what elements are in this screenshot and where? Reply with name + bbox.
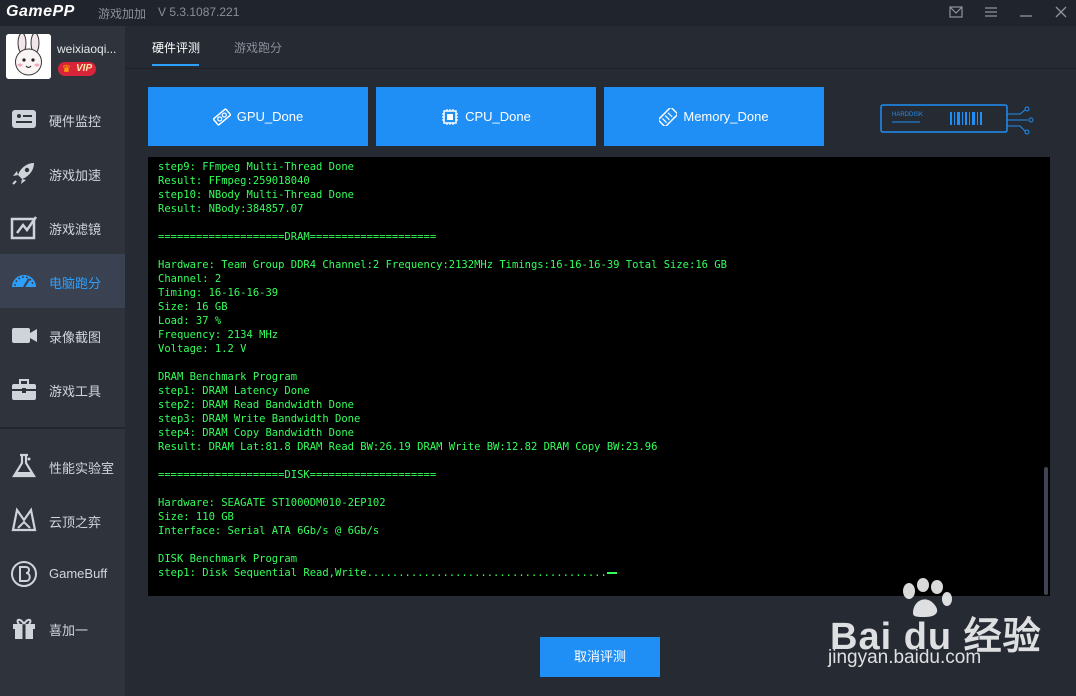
cpu-button-label: CPU_Done — [465, 109, 531, 124]
gift-icon — [13, 618, 35, 639]
app-name: 游戏加加 — [98, 7, 147, 21]
console-line: step1: DRAM Latency Done — [158, 385, 310, 397]
toolbox-icon — [12, 379, 36, 400]
sidebar-item-label: 电脑跑分 — [49, 276, 102, 291]
gamebuff-icon — [11, 561, 37, 587]
harddisk-label: HARDDISK — [892, 112, 923, 118]
mail-icon[interactable] — [946, 3, 966, 23]
sidebar-item-game-tools[interactable]: 游戏工具 — [0, 362, 125, 416]
console-line: step2: DRAM Read Bandwidth Done — [158, 399, 354, 411]
sidebar-item-game-acceleration[interactable]: 游戏加速 — [0, 146, 125, 200]
sidebar-item-label: 性能实验室 — [49, 461, 115, 476]
watermark-url: jingyan.baidu.com — [828, 647, 982, 668]
console-line: DRAM Benchmark Program — [158, 371, 298, 383]
tab-game-benchmark[interactable]: 游戏跑分 — [234, 39, 282, 56]
baidu-watermark: Bai du 经验 jingyan.baidu.com — [820, 575, 1060, 675]
console-line: Channel: 2 — [158, 273, 222, 285]
tft-icon — [11, 507, 37, 532]
menu-icon[interactable] — [981, 3, 1001, 23]
flask-icon — [12, 453, 36, 478]
sidebar-item-recording[interactable]: 录像截图 — [0, 308, 125, 362]
console-line: step9: FFmpeg Multi-Thread Done — [158, 161, 354, 173]
hardware-monitor-icon — [12, 110, 36, 128]
title-bar: GamePP 游戏加加 V 5.3.1087.221 — [0, 0, 1076, 26]
console-line: Frequency: 2134 MHz — [158, 329, 279, 341]
console-line: DISK Benchmark Program — [158, 553, 298, 565]
gpu-button-label: GPU_Done — [236, 109, 304, 124]
sidebar-item-label: 硬件监控 — [49, 114, 102, 129]
console-line: step10: NBody Multi-Thread Done — [158, 189, 354, 201]
console-line: step1: Disk Sequential Read,Write.......… — [158, 567, 607, 579]
sidebar-divider — [0, 427, 125, 429]
sidebar-item-free-games[interactable]: 喜加一 — [0, 601, 125, 655]
vip-badge: ♛ VIP — [58, 62, 97, 76]
memory-benchmark-button[interactable]: Memory_Done — [604, 87, 824, 146]
sidebar-item-label: 云顶之弈 — [49, 515, 102, 530]
sidebar-item-performance-lab[interactable]: 性能实验室 — [0, 439, 125, 493]
filter-icon — [10, 216, 38, 240]
sidebar-item-label: 喜加一 — [49, 623, 89, 638]
memory-button-label: Memory_Done — [683, 109, 769, 124]
cpu-benchmark-button[interactable]: CPU_Done — [376, 87, 596, 146]
console-line: Load: 37 % — [158, 315, 222, 327]
tab-hardware-evaluation[interactable]: 硬件评测 — [152, 39, 200, 56]
console-line: Result: DRAM Lat:81.8 DRAM Read BW:26.19… — [158, 441, 658, 453]
speedometer-icon — [12, 275, 36, 288]
benchmark-log-text: step9: FFmpeg Multi-Thread Done Result: … — [148, 157, 1050, 583]
sidebar-item-label: 录像截图 — [49, 330, 102, 345]
close-icon[interactable] — [1051, 3, 1071, 23]
console-line: Result: FFmpeg:259018040 — [158, 175, 310, 187]
console-cursor — [606, 572, 617, 574]
sidebar-item-label: 游戏加速 — [49, 168, 102, 183]
console-line: Interface: Serial ATA 6Gb/s @ 6Gb/s — [158, 525, 380, 537]
console-line: ====================DISK================… — [158, 469, 437, 481]
sidebar-item-label: 游戏滤镜 — [49, 222, 102, 237]
sidebar-item-pc-benchmark[interactable]: 电脑跑分 — [0, 254, 125, 308]
sidebar-item-tft[interactable]: 云顶之弈 — [0, 493, 125, 547]
console-line: Result: NBody:384857.07 — [158, 203, 304, 215]
sidebar-item-label: 游戏工具 — [49, 384, 102, 399]
active-tab-indicator — [152, 64, 199, 66]
console-line: ====================DRAM================… — [158, 231, 437, 243]
tab-bar: 硬件评测 游戏跑分 — [125, 26, 1076, 69]
harddisk-icon: HARDDISK — [880, 104, 1034, 135]
user-profile[interactable]: weixiaoqi... ♛ VIP — [0, 26, 125, 90]
console-line: Voltage: 1.2 V — [158, 343, 247, 355]
gpu-benchmark-button[interactable]: GPU_Done — [148, 87, 368, 146]
console-line: Size: 16 GB — [158, 301, 228, 313]
sidebar: weixiaoqi... ♛ VIP 硬件监控 游戏加速 游戏滤镜 电脑跑分 录… — [0, 26, 125, 696]
username: weixiaoqi... — [57, 42, 117, 56]
sidebar-item-hardware-monitor[interactable]: 硬件监控 — [0, 92, 125, 146]
console-line: step3: DRAM Write Bandwidth Done — [158, 413, 361, 425]
sidebar-item-gamebuff[interactable]: GameBuff — [0, 547, 125, 601]
memory-icon — [659, 107, 678, 126]
console-line: Timing: 16-16-16-39 — [158, 287, 279, 299]
crown-icon: ♛ — [62, 64, 71, 75]
benchmark-log-console[interactable]: step9: FFmpeg Multi-Thread Done Result: … — [148, 157, 1050, 596]
avatar[interactable] — [6, 34, 51, 79]
console-line: Size: 110 GB — [158, 511, 234, 523]
gpu-icon — [212, 107, 231, 126]
rocket-icon — [12, 163, 34, 185]
cpu-icon — [442, 108, 459, 125]
cancel-benchmark-button[interactable]: 取消评测 — [540, 637, 660, 677]
app-version: V 5.3.1087.221 — [158, 5, 240, 19]
vip-label: VIP — [76, 63, 93, 74]
console-line: step4: DRAM Copy Bandwidth Done — [158, 427, 354, 439]
console-line: Hardware: SEAGATE ST1000DM010-2EP102 — [158, 497, 386, 509]
sidebar-item-label: GameBuff — [49, 566, 108, 581]
camera-icon — [12, 328, 37, 343]
app-logo: GamePP — [6, 3, 75, 20]
minimize-icon[interactable] — [1016, 3, 1036, 23]
console-line: Hardware: Team Group DDR4 Channel:2 Freq… — [158, 259, 727, 271]
sidebar-item-game-filter[interactable]: 游戏滤镜 — [0, 200, 125, 254]
